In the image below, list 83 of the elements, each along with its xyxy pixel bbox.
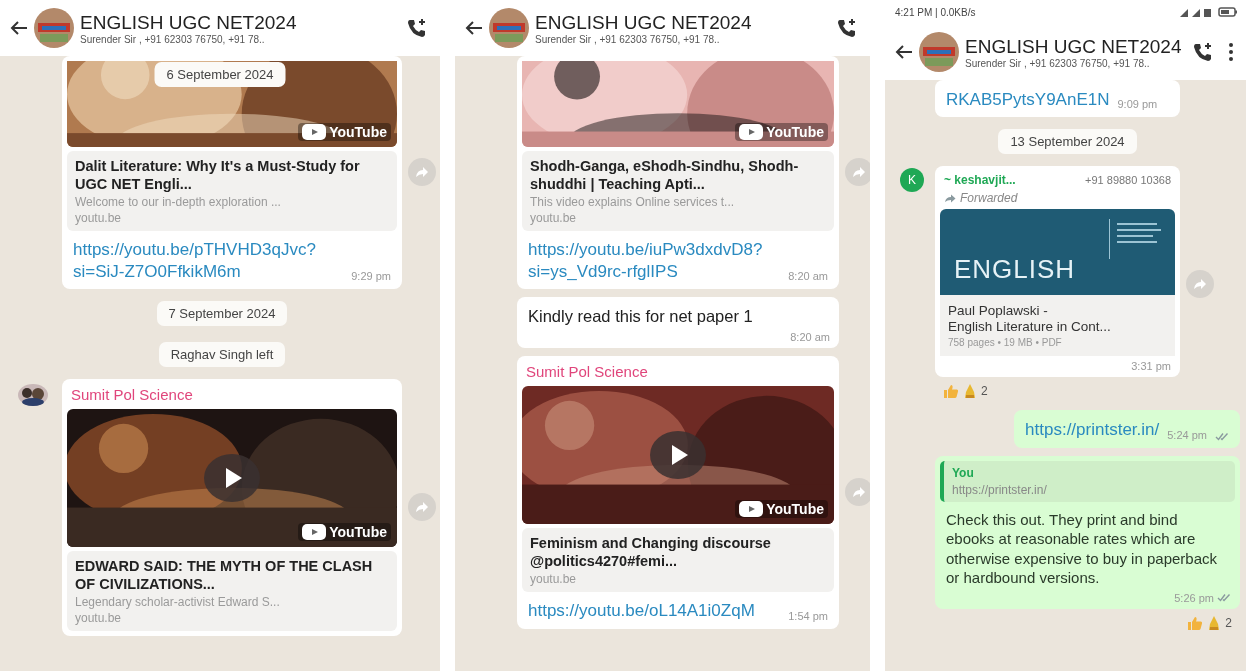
message-link[interactable]: https://youtu.be/pTHVHD3qJvc?si=SiJ-Z7O0FfkikM6m: [73, 239, 344, 282]
message-time: 5:24 pm: [1167, 428, 1207, 441]
source-label: YouTube: [766, 501, 824, 518]
link-preview[interactable]: Dalit Literature: Why It's a Must-Study for UGC NET Engli... Welcome to our in-depth exploration ... youtu.be: [67, 151, 397, 232]
sender-name: Sumit Pol Science: [525, 362, 649, 383]
system-notice: Raghav Singh left: [158, 341, 286, 367]
cover-title: ENGLISH: [954, 254, 1076, 286]
preview-title: Dalit Literature: Why It's a Must-Study for UGC NET Engli...: [75, 157, 361, 194]
back-button[interactable]: [465, 20, 483, 36]
thumbs-up-icon: [1187, 615, 1204, 630]
preview-description: Welcome to our in-depth exploration ...: [75, 195, 282, 210]
reactions-pill[interactable]: 2: [935, 380, 996, 403]
message-text: Check this out. They print and bind ebooks at reasonable rates which are otherwise expensive to buy in paperback or hardbound versions.: [945, 509, 1218, 588]
status-text: 4:21 PM | 0.0KB/s: [895, 6, 977, 18]
preview-description: This video explains Online services t...: [530, 195, 736, 210]
message-link[interactable]: https://youtu.be/oL14A1i0ZqM: [528, 600, 781, 622]
message-time: 9:29 pm: [351, 269, 391, 282]
date-chip: 6 September 2024: [154, 62, 286, 87]
menu-icon[interactable]: [1228, 42, 1234, 62]
play-button[interactable]: [204, 453, 260, 502]
preview-domain: youtu.be: [75, 211, 123, 226]
group-avatar[interactable]: [489, 8, 529, 48]
date-chip: 7 September 2024: [156, 300, 288, 326]
preview-domain: youtu.be: [530, 211, 578, 226]
document-title: English Literature in Cont...: [948, 319, 1112, 335]
add-call-icon[interactable]: [406, 17, 428, 39]
document-title: Paul Poplawski -: [948, 303, 1049, 319]
sender-name: Sumit Pol Science: [70, 384, 194, 405]
sender-phone: +91 89880 10368: [1085, 174, 1171, 187]
quote-author: You: [952, 465, 975, 480]
link-preview[interactable]: Shodh-Ganga, eShodh-Sindhu, Shodh-shuddhi | Teaching Apti... This video explains Online services t... youtu.be: [522, 151, 834, 232]
quote-text: https://printster.in/: [952, 482, 1048, 497]
message-time: 8:20 am: [790, 331, 831, 344]
message-text: Kindly read this for net paper 1: [527, 305, 754, 327]
back-button[interactable]: [895, 44, 913, 60]
reaction-count: 2: [1225, 615, 1232, 630]
source-label: YouTube: [329, 523, 387, 540]
source-label: YouTube: [766, 124, 824, 140]
preview-description: Legendary scholar-activist Edward S...: [75, 595, 281, 609]
back-button[interactable]: [10, 20, 28, 36]
message-time: 8:20 am: [788, 269, 828, 282]
preview-title: Shodh-Ganga, eShodh-Sindhu, Shodh-shuddhi | Teaching Apti...: [530, 157, 800, 194]
source-label: YouTube: [329, 124, 387, 140]
add-call-icon[interactable]: [836, 17, 858, 39]
add-call-icon[interactable]: [1192, 41, 1214, 63]
preview-title: EDWARD SAID: THE MYTH OF THE CLASH OF CIVILIZATIONS...: [75, 556, 374, 593]
chat-title[interactable]: ENGLISH UGC NET2024: [80, 11, 392, 34]
folded-hands-icon: [1208, 614, 1221, 631]
participants-list: Surender Sir , +91 62303 76750, +91 78..: [535, 33, 822, 45]
signal-icon: [1178, 6, 1212, 18]
document-info[interactable]: Paul Poplawski - English Literature in Cont... 758 pages • 19 MB • PDF: [940, 295, 1175, 357]
participants-list: Surender Sir , +91 62303 76750, +91 78..: [80, 33, 392, 45]
video-logo-icon: [739, 124, 764, 140]
video-logo-icon: [739, 501, 764, 518]
forwarded-icon: [944, 193, 956, 203]
thumbs-up-icon: [943, 384, 959, 399]
preview-domain: youtu.be: [75, 611, 123, 625]
group-avatar[interactable]: [919, 32, 959, 72]
message-link[interactable]: RKAB5PytsY9AnE1N: [946, 89, 1110, 111]
message-time: 1:54 pm: [788, 609, 828, 622]
sender-name: ~ keshavjit...: [944, 173, 1016, 188]
group-avatar[interactable]: [34, 8, 74, 48]
reaction-count: 2: [981, 384, 988, 399]
message-link[interactable]: https://youtu.be/iuPw3dxdvD8?si=ys_Vd9rc-rfglIPS: [528, 239, 781, 282]
link-preview[interactable]: EDWARD SAID: THE MYTH OF THE CLASH OF CIVILIZATIONS... Legendary scholar-activist Edward S... youtu.be: [67, 550, 397, 631]
video-logo-icon: [302, 124, 327, 140]
battery-icon: [1218, 6, 1238, 18]
message-time: 9:09 pm: [1117, 98, 1158, 111]
date-chip: 13 September 2024: [998, 129, 1137, 155]
message-link[interactable]: https://printster.in/: [1025, 419, 1160, 441]
message-time: 5:26 pm: [1174, 591, 1214, 604]
reactions-pill[interactable]: 2: [1179, 611, 1240, 634]
chat-title[interactable]: ENGLISH UGC NET2024: [535, 11, 822, 34]
document-meta: 758 pages • 19 MB • PDF: [948, 337, 1063, 349]
preview-title: Feminism and Changing discourse @politics4270#femi...: [530, 534, 772, 571]
preview-domain: youtu.be: [530, 572, 578, 587]
participants-list: Surender Sir , +91 62303 76750, +91 78..: [965, 57, 1178, 69]
forwarded-label: Forwarded: [960, 191, 1018, 206]
folded-hands-icon: [964, 383, 976, 400]
play-button[interactable]: [650, 431, 706, 480]
document-cover[interactable]: ENGLISH: [940, 209, 1175, 296]
message-time: 3:31 pm: [1131, 360, 1172, 373]
link-preview[interactable]: Feminism and Changing discourse @politics4270#femi... youtu.be: [522, 528, 834, 593]
